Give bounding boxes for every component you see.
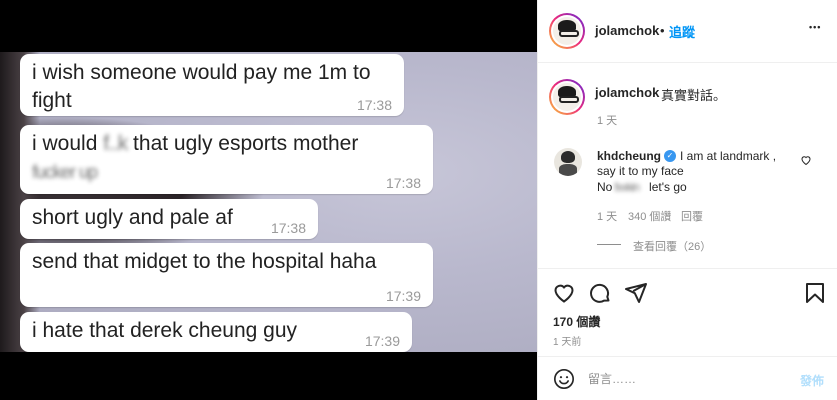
caption-author-username[interactable]: jolamchok — [595, 85, 659, 100]
bookmark-icon[interactable] — [803, 281, 827, 305]
commenter-avatar[interactable] — [554, 148, 582, 176]
chat-message-time: 17:38 — [270, 220, 306, 236]
comment-icon[interactable] — [588, 281, 612, 305]
caption-age: 1 天 — [597, 115, 618, 127]
chat-message-time: 17:38 — [385, 175, 421, 191]
comment-composer: 發佈 — [538, 356, 837, 400]
profile-photo — [553, 17, 581, 45]
comment-age: 1 天 — [597, 211, 618, 223]
comment-heart-icon[interactable] — [800, 154, 812, 166]
replies-divider — [597, 244, 621, 245]
post-timestamp: 1 天前 — [553, 337, 582, 348]
post-comment-button[interactable]: 發佈 — [800, 372, 824, 389]
comment-text-line: No fxxkin let's go — [597, 180, 687, 194]
censored-word: fucker up — [32, 162, 98, 182]
reply-button[interactable]: 回覆 — [681, 208, 703, 224]
post-sidebar: jolamchok • 追蹤 ••• jolamchok 真實對話。 1 天 k… — [537, 0, 837, 400]
author-avatar[interactable] — [549, 13, 585, 49]
heart-icon[interactable] — [552, 281, 576, 305]
view-replies-button[interactable]: 查看回覆（26） — [633, 238, 711, 254]
censored-word: fxxkin — [614, 180, 640, 194]
chat-message-time: 17:39 — [385, 288, 421, 304]
author-username[interactable]: jolamchok — [595, 23, 659, 38]
chat-message-text: i would — [32, 132, 104, 155]
chat-message-text: i wish someone would pay me 1m to fight — [32, 61, 371, 112]
chat-message-text: short ugly and pale af — [32, 206, 233, 229]
caption-text: 真實對話。 — [661, 88, 727, 103]
chat-message-text: i hate that derek cheung guy — [32, 319, 298, 342]
post-actions: 170 個讚 1 天前 — [538, 268, 837, 348]
chat-bubble: send that midget to the hospital haha 17… — [20, 243, 433, 307]
share-icon[interactable] — [624, 281, 648, 305]
separator-dot: • — [660, 23, 665, 38]
censored-word: f..k — [103, 132, 128, 155]
chat-screenshot-image: i wish someone would pay me 1m to fight … — [0, 52, 537, 352]
chat-message-time: 17:39 — [364, 333, 400, 349]
profile-photo — [553, 83, 581, 111]
chat-bubble: i hate that derek cheung guy 17:39 — [20, 312, 412, 352]
post-header: jolamchok • 追蹤 ••• — [538, 0, 837, 63]
comment-likes[interactable]: 340 個讚 — [628, 208, 671, 224]
commenter-username[interactable]: khdcheung — [597, 149, 661, 163]
chat-bubble: short ugly and pale af 17:38 — [20, 199, 318, 239]
follow-button[interactable]: 追蹤 — [669, 22, 695, 41]
comment-text-line: I am at landmark , — [680, 149, 777, 163]
more-icon[interactable]: ••• — [809, 22, 821, 32]
likes-count[interactable]: 170 個讚 — [553, 313, 600, 330]
post-media[interactable]: i wish someone would pay me 1m to fight … — [0, 0, 537, 400]
chat-message-text: send that midget to the hospital haha — [32, 250, 377, 273]
emoji-icon[interactable] — [553, 368, 575, 390]
chat-bubble: i wish someone would pay me 1m to fight … — [20, 54, 404, 116]
caption-author-avatar[interactable] — [549, 79, 585, 115]
comment-text-line: say it to my face — [597, 164, 684, 178]
chat-bubble: i would f..k that ugly esports mother fu… — [20, 125, 433, 194]
chat-message-text: that ugly esports mother — [127, 132, 359, 155]
comment-input[interactable] — [588, 369, 788, 389]
verified-icon: ✓ — [664, 150, 676, 162]
chat-message-time: 17:38 — [356, 97, 392, 113]
